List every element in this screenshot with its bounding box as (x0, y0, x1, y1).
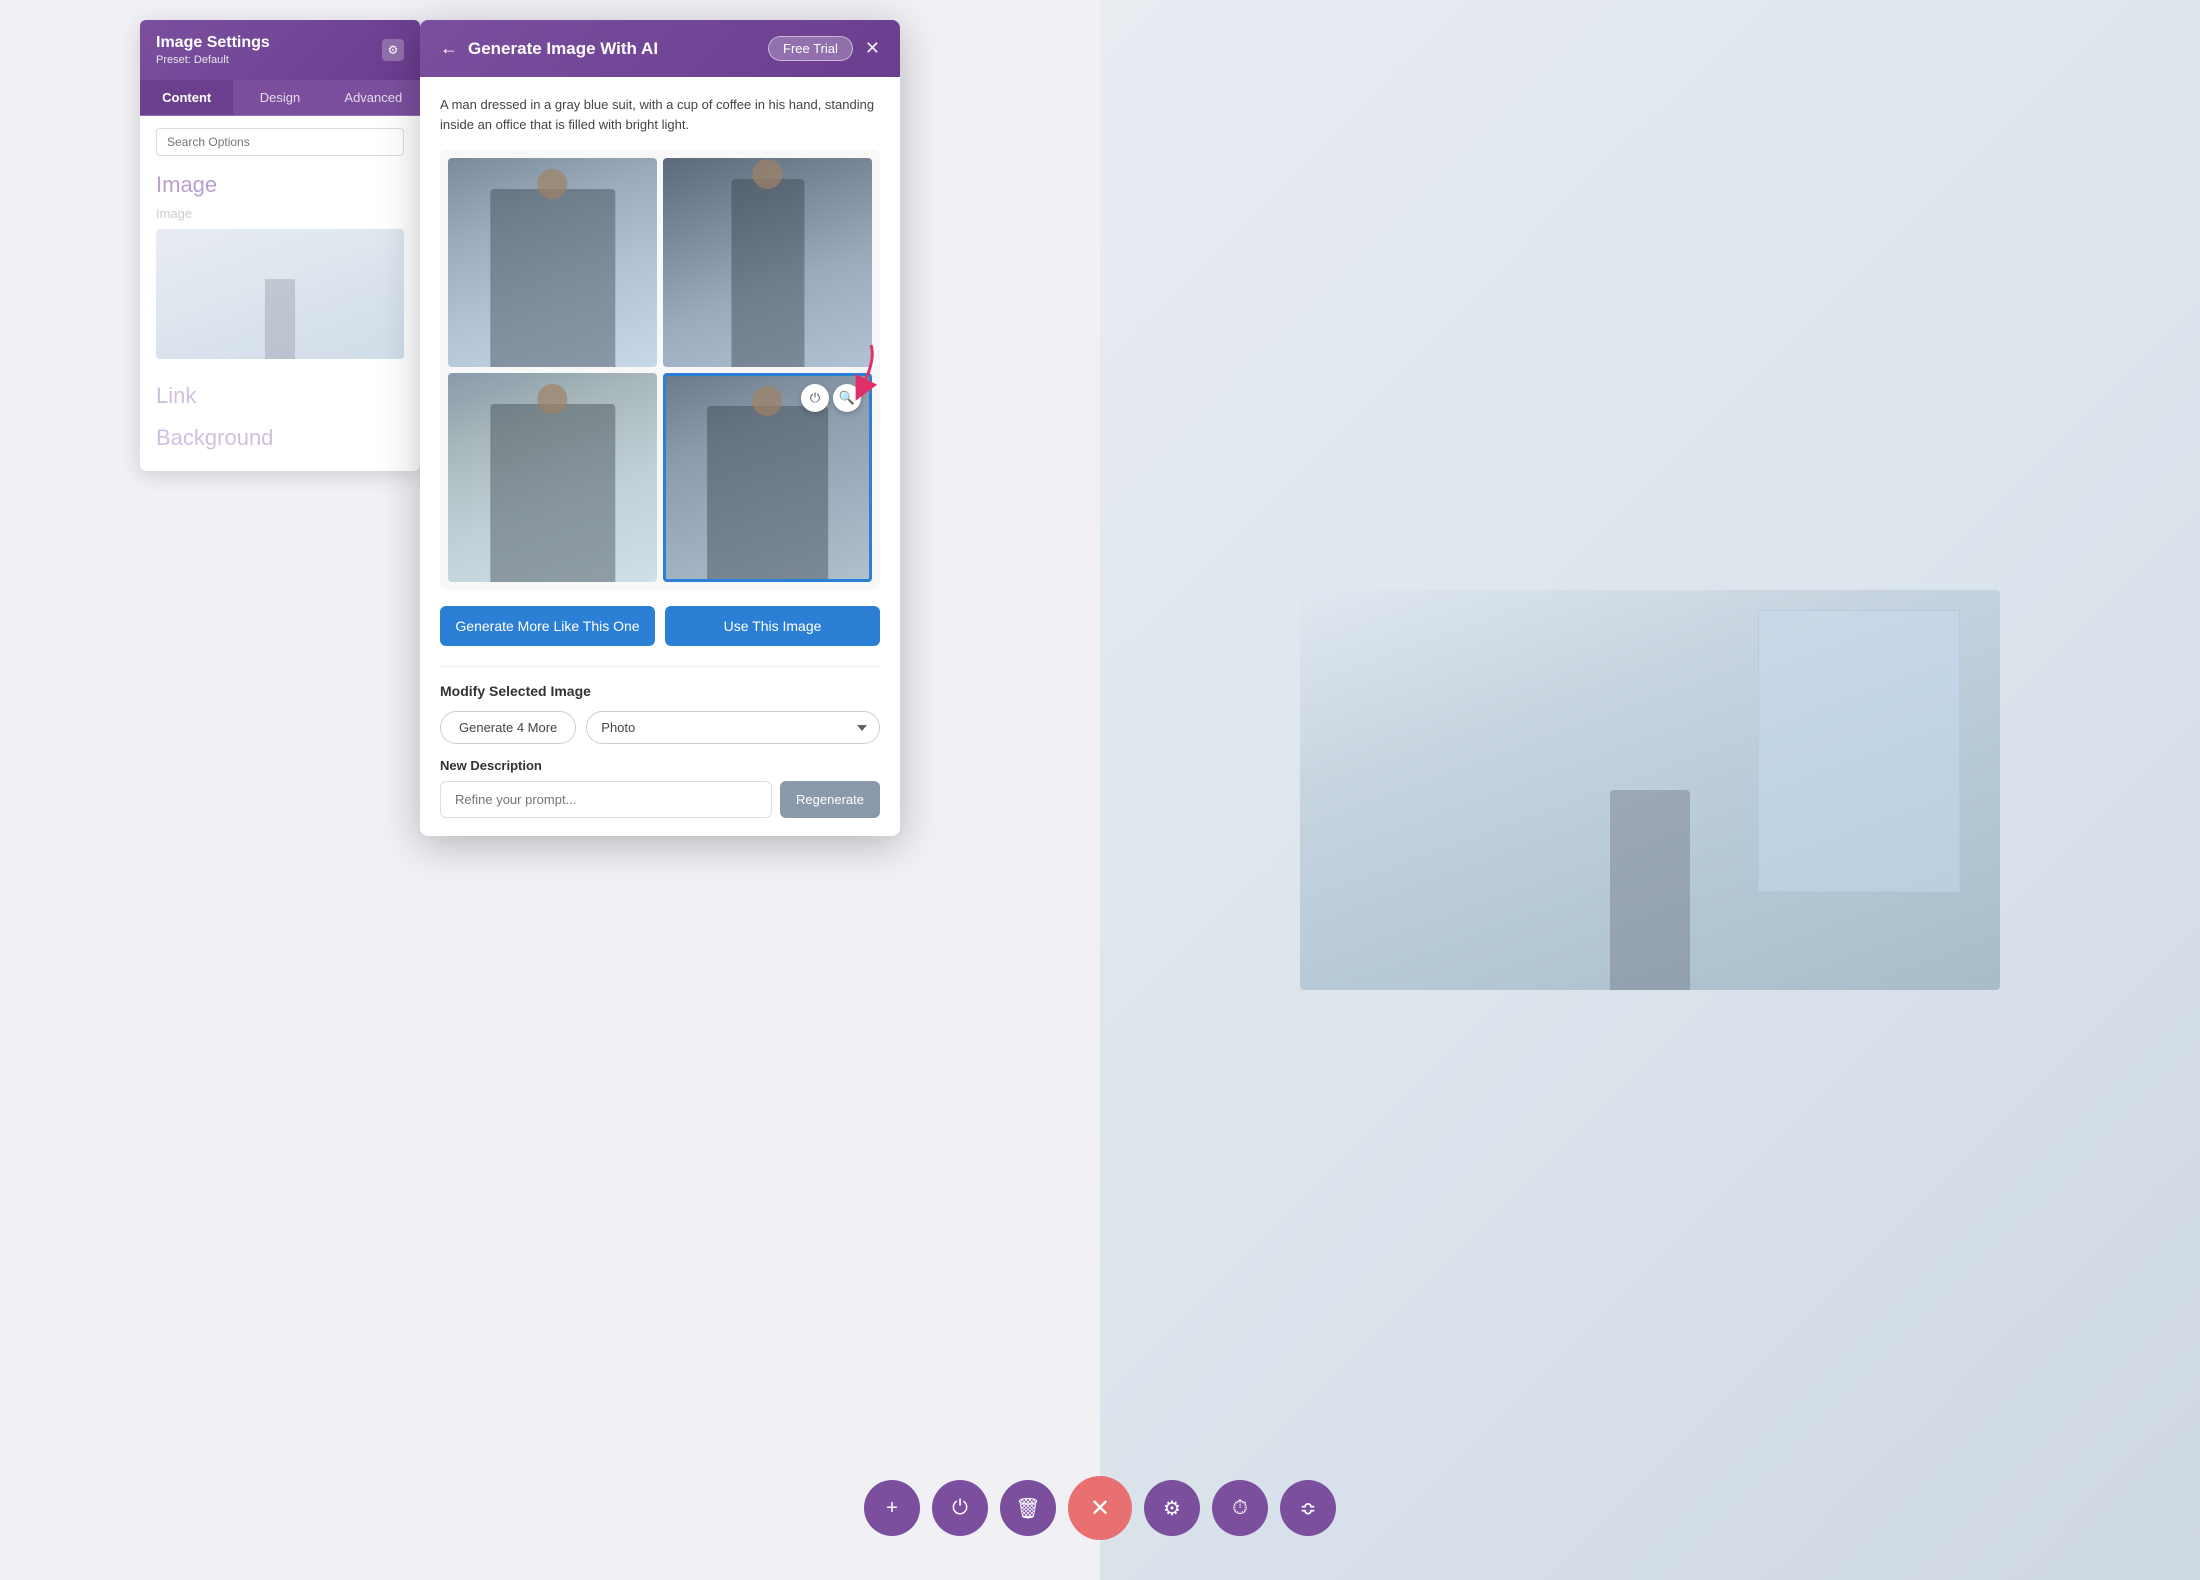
dialog-body: A man dressed in a gray blue suit, with … (420, 77, 900, 836)
person-silhouette-1 (490, 189, 615, 367)
grid-image-2[interactable] (663, 158, 872, 367)
free-trial-badge[interactable]: Free Trial (768, 36, 853, 61)
person-silhouette-3 (490, 404, 615, 582)
settings-panel-subtitle: Preset: Default (156, 54, 270, 66)
grid-image-1[interactable] (448, 158, 657, 367)
dialog-header-right: Free Trial ✕ (768, 36, 880, 61)
action-buttons: Generate More Like This One Use This Ima… (440, 606, 880, 646)
image-overlay-icons: ⏻ 🔍 (801, 384, 861, 412)
person-silhouette-2 (731, 179, 804, 367)
person-head-1 (537, 169, 567, 199)
person-head-3 (537, 384, 567, 414)
search-options-input[interactable] (156, 128, 404, 156)
modify-heading: Modify Selected Image (440, 683, 880, 699)
prompt-text: A man dressed in a gray blue suit, with … (440, 95, 880, 134)
tab-content[interactable]: Content (140, 80, 233, 115)
new-description-heading: New Description (440, 758, 880, 773)
tab-design[interactable]: Design (233, 80, 326, 115)
add-button[interactable]: + (864, 1480, 920, 1536)
generate-image-dialog: ← Generate Image With AI Free Trial ✕ A … (420, 20, 900, 836)
toggle-button[interactable]: ⏻ (932, 1480, 988, 1536)
dialog-header: ← Generate Image With AI Free Trial ✕ (420, 20, 900, 77)
background-section-heading: Background (156, 425, 404, 451)
generate-more-button[interactable]: Generate More Like This One (440, 606, 655, 646)
modify-section: Modify Selected Image Generate 4 More Ph… (440, 666, 880, 818)
image-label: Image (156, 206, 404, 221)
bottom-toolbar: + ⏻ 🗑 ✕ ⚙ ⏱ ≎ (864, 1476, 1336, 1540)
settings-panel-body: Image Image Link Background (140, 116, 420, 471)
layout-button[interactable]: ≎ (1280, 1480, 1336, 1536)
grid-image-4[interactable]: ⏻ 🔍 (663, 373, 872, 582)
close-main-button[interactable]: ✕ (1068, 1476, 1132, 1540)
use-image-button[interactable]: Use This Image (665, 606, 880, 646)
image-section-heading: Image (156, 172, 404, 198)
settings-toolbar-button[interactable]: ⚙ (1144, 1480, 1200, 1536)
image-grid: ⏻ 🔍 (440, 150, 880, 590)
settings-panel-header-text: Image Settings Preset: Default (156, 34, 270, 66)
background-panel (1100, 0, 2200, 1580)
person-head-2 (752, 159, 782, 189)
refine-prompt-input[interactable] (440, 781, 772, 818)
dialog-back-arrow[interactable]: ← (440, 38, 458, 59)
image-search-icon[interactable]: 🔍 (833, 384, 861, 412)
settings-panel: Image Settings Preset: Default ⚙ Content… (140, 20, 420, 471)
link-section-heading: Link (156, 383, 404, 409)
generate-4-button[interactable]: Generate 4 More (440, 711, 576, 744)
settings-panel-title: Image Settings (156, 34, 270, 52)
image-preview-box[interactable] (156, 229, 404, 359)
person-silhouette-4 (707, 406, 829, 579)
image-power-icon[interactable]: ⏻ (801, 384, 829, 412)
history-button[interactable]: ⏱ (1212, 1480, 1268, 1536)
settings-panel-tabs: Content Design Advanced (140, 80, 420, 116)
dialog-title: Generate Image With AI (468, 39, 658, 59)
tab-advanced[interactable]: Advanced (327, 80, 420, 115)
settings-panel-icon[interactable]: ⚙ (382, 39, 404, 61)
person-head-4 (752, 386, 782, 416)
grid-image-3[interactable] (448, 373, 657, 582)
regenerate-button[interactable]: Regenerate (780, 781, 880, 818)
dialog-close-button[interactable]: ✕ (865, 38, 880, 59)
refine-row: Regenerate (440, 781, 880, 818)
modify-controls: Generate 4 More Photo Illustration Digit… (440, 711, 880, 744)
photo-style-select[interactable]: Photo Illustration Digital Art Sketch (586, 711, 880, 744)
dialog-header-left: ← Generate Image With AI (440, 38, 658, 59)
background-office-image (1300, 590, 2000, 990)
delete-button[interactable]: 🗑 (1000, 1480, 1056, 1536)
settings-panel-header: Image Settings Preset: Default ⚙ (140, 20, 420, 80)
